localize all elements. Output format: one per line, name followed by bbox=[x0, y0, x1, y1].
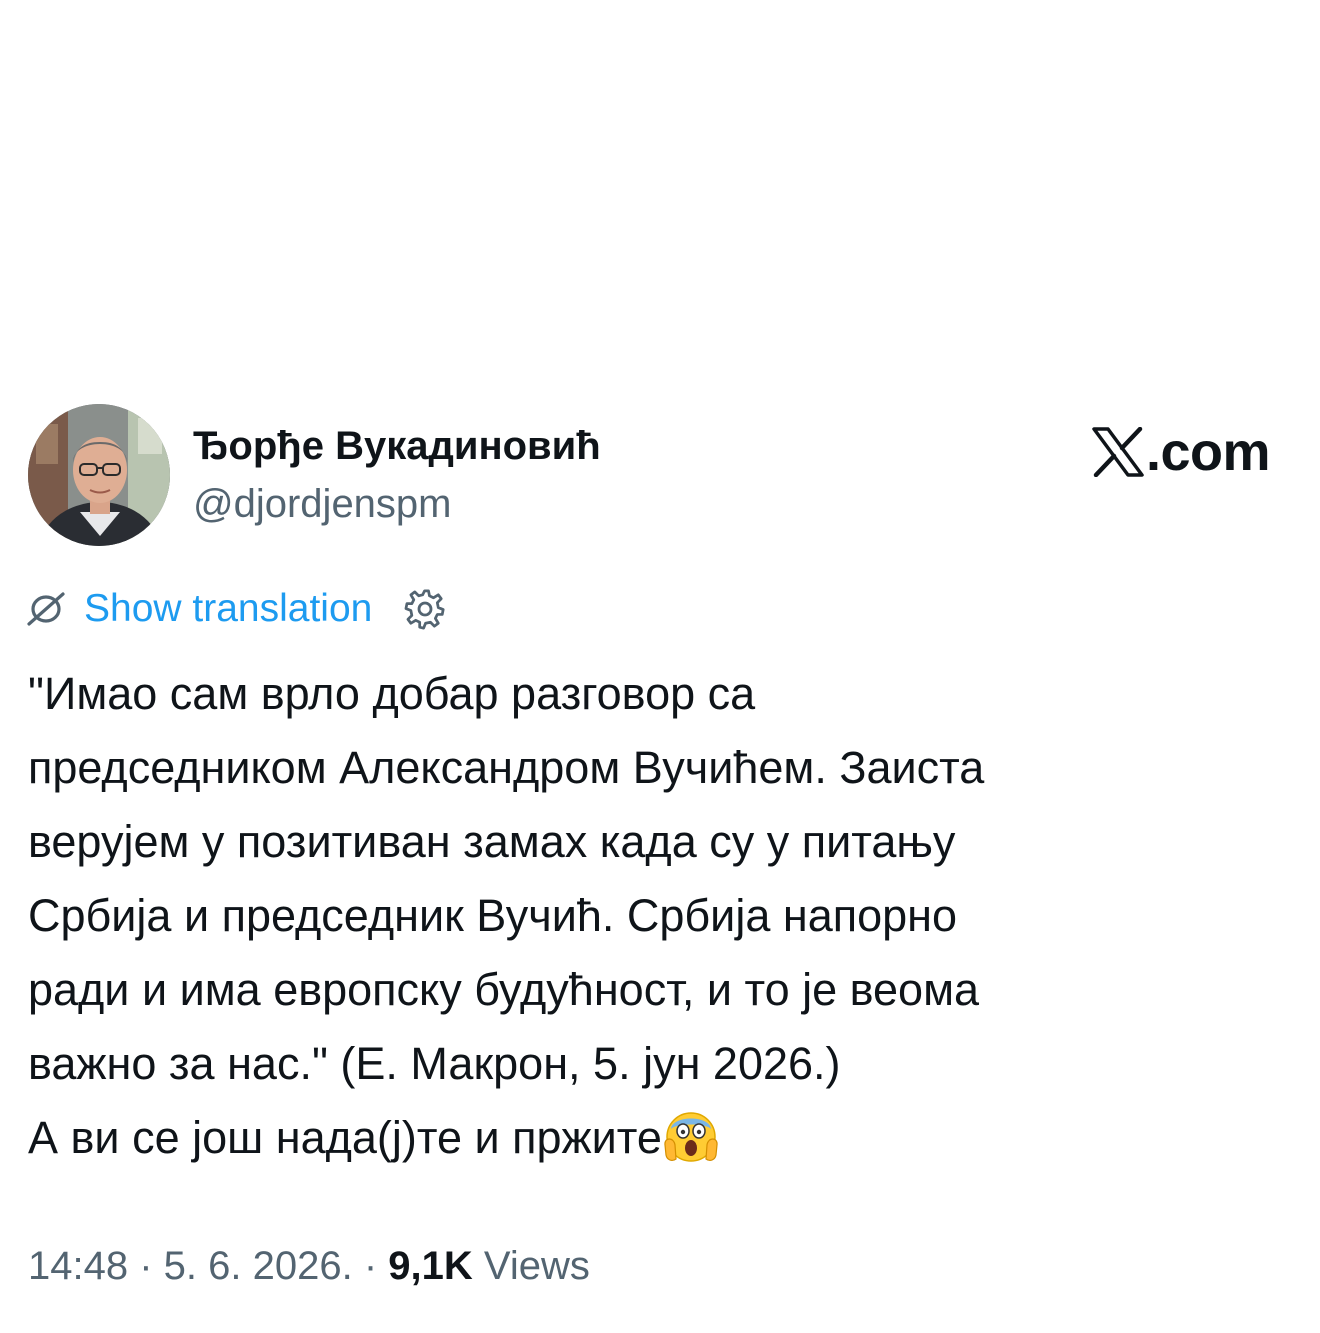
avatar[interactable] bbox=[28, 404, 170, 546]
translate-icon bbox=[27, 592, 65, 626]
tweet-text-line: "Имао сам врло добар разговор са bbox=[28, 668, 756, 719]
tweet-meta: 14:48 · 5. 6. 2026. · 9,1K Views bbox=[28, 1240, 590, 1292]
views-count[interactable]: 9,1K bbox=[388, 1244, 473, 1288]
tweet-text-line: Србија и председник Вучић. Србија напорн… bbox=[28, 890, 958, 941]
translation-row: Show translation bbox=[26, 585, 446, 633]
author-display-name[interactable]: Ђорђе Вукадиновић bbox=[193, 422, 601, 470]
tweet-text-line: А ви се још нада(ј)те и пржите bbox=[28, 1112, 662, 1163]
show-translation-link[interactable]: Show translation bbox=[84, 585, 372, 633]
tweet-card: Ђорђе Вукадиновић @djordjenspm .com Show… bbox=[0, 0, 1320, 1333]
x-com-brand: .com bbox=[1092, 422, 1271, 482]
screaming-face-emoji-icon: 😱 bbox=[664, 1112, 718, 1162]
avatar-photo bbox=[28, 404, 170, 546]
meta-separator: · bbox=[352, 1244, 389, 1288]
brand-domain-text: .com bbox=[1145, 422, 1271, 482]
views-label: Views bbox=[472, 1244, 590, 1288]
gear-icon[interactable] bbox=[404, 588, 446, 630]
tweet-text-last-line: А ви се још нада(ј)те и пржите 😱 bbox=[28, 1101, 1268, 1175]
tweet-text-line: председником Александром Вучићем. Заиста bbox=[28, 742, 985, 793]
tweet-time[interactable]: 14:48 bbox=[28, 1244, 128, 1288]
author-handle[interactable]: @djordjenspm bbox=[193, 480, 452, 528]
meta-separator: · bbox=[128, 1244, 164, 1288]
tweet-date[interactable]: 5. 6. 2026. bbox=[164, 1244, 353, 1288]
tweet-text-line: ради и има европску будућност, и то је в… bbox=[28, 964, 980, 1015]
tweet-text-line: важно за нас." (Е. Макрон, 5. јун 2026.) bbox=[28, 1038, 841, 1089]
tweet-text-line: верујем у позитиван замах када су у пита… bbox=[28, 816, 956, 867]
tweet-text: "Имао сам врло добар разговор са председ… bbox=[28, 657, 1268, 1175]
x-logo-icon bbox=[1092, 427, 1144, 477]
